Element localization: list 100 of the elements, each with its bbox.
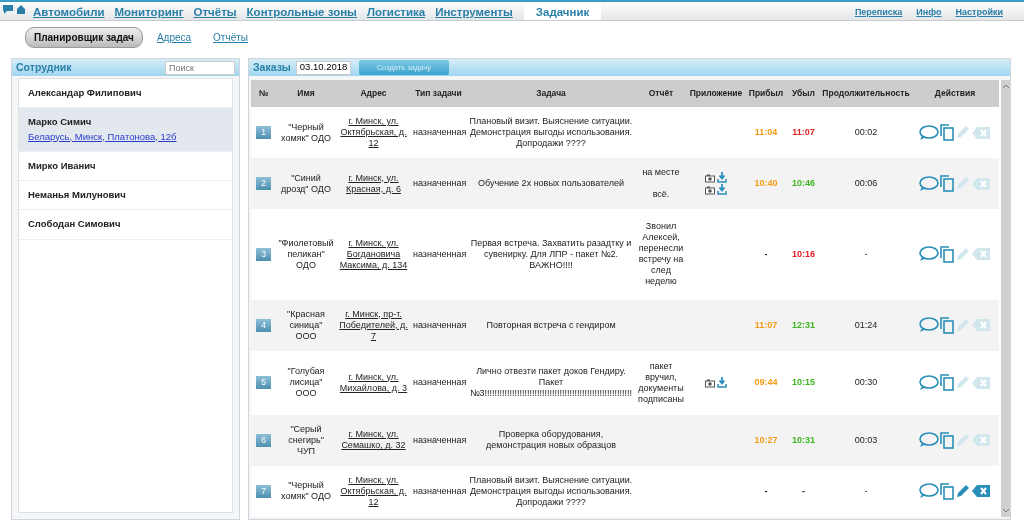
report-text: пакет вручил, документы подписаны xyxy=(638,360,684,405)
table-cell: "Синий дрозд" ОДО xyxy=(276,158,336,210)
chat-icon[interactable] xyxy=(2,2,14,16)
departure-time: 11:07 xyxy=(792,127,815,138)
copy-icon[interactable] xyxy=(940,245,954,263)
report-text: Звонил Алексей, перенесли встречу на след неделю xyxy=(638,221,684,288)
address-link[interactable]: г. Минск, ул. Михайлова, д. 3 xyxy=(338,371,409,394)
nav-tab[interactable]: Задачник xyxy=(523,2,602,20)
comment-icon[interactable] xyxy=(919,175,939,192)
departure-time: 10:46 xyxy=(792,178,815,189)
address-link[interactable]: Беларусь, Минск, Платонова, 12б xyxy=(28,129,223,144)
scrollbar[interactable] xyxy=(1001,80,1010,517)
report-text: всё. xyxy=(651,189,671,201)
nav-tab[interactable]: Инструменты xyxy=(430,2,518,20)
row-number: 5 xyxy=(256,376,271,390)
panel-title: Заказы xyxy=(253,59,291,75)
table-cell: "Фиолетовый пеликан" ОДО xyxy=(276,209,336,300)
row-number: 2 xyxy=(256,177,271,191)
camera-icon[interactable] xyxy=(704,184,715,195)
nav-tab[interactable]: Мониторинг xyxy=(109,2,189,20)
home-icon[interactable] xyxy=(14,2,28,16)
comment-icon[interactable] xyxy=(919,374,939,391)
address-link[interactable]: г. Минск, ул. Богдановича Максима, д. 134 xyxy=(338,237,409,271)
column-header: Задача xyxy=(466,80,636,107)
nav-tab[interactable]: Отчёты xyxy=(188,2,242,20)
search-field[interactable]: Поиск xyxy=(165,60,235,75)
subnav-tab[interactable]: Планировщик задач xyxy=(25,27,143,48)
copy-icon[interactable] xyxy=(940,374,954,392)
arrival-time: 09:44 xyxy=(754,377,778,388)
copy-icon[interactable] xyxy=(940,316,954,334)
table-cell: Плановый визит. Выяснение ситуации. Демонстрация выгоды использования. Допродажи ???? xyxy=(466,465,636,517)
column-header: Действия xyxy=(911,80,999,107)
departure-time: - xyxy=(802,485,805,496)
table-cell: Обучение 2х новых пользователей xyxy=(466,158,636,210)
table-cell: "Серый снегирь" ЧУП xyxy=(276,414,336,466)
subnav-tab[interactable]: Отчёты xyxy=(205,28,256,47)
employee-item[interactable]: Мирко Иванич xyxy=(19,151,232,181)
copy-icon[interactable] xyxy=(940,431,954,449)
column-header: Приложение xyxy=(686,80,746,107)
employee-item[interactable]: Неманья Милунович xyxy=(19,181,232,211)
camera-icon[interactable] xyxy=(704,172,715,183)
copy-icon[interactable] xyxy=(940,175,954,193)
scroll-up-icon[interactable] xyxy=(1001,83,1010,89)
table-cell: 00:03 xyxy=(821,414,911,466)
employee-item[interactable]: Слободан Симович xyxy=(19,210,232,240)
arrival-time: 11:04 xyxy=(754,127,778,138)
arrival-time: 10:40 xyxy=(754,178,778,189)
column-header: Тип задачи xyxy=(411,80,466,107)
delete-icon[interactable] xyxy=(971,484,991,499)
arrival-time: 11:07 xyxy=(754,319,778,330)
table-cell: - xyxy=(821,465,911,517)
address-link[interactable]: г. Минск, ул. Октябрьская, д. 12 xyxy=(338,474,409,508)
column-header: Отчёт xyxy=(636,80,686,107)
table-cell: 00:02 xyxy=(821,107,911,159)
nav-link[interactable]: Настройки xyxy=(948,2,1010,20)
table-cell: Плановый визит. Выяснение ситуации. Демонстрация выгоды использования. Допродажи ???? xyxy=(466,107,636,159)
nav-tab[interactable]: Логистика xyxy=(361,2,431,20)
comment-icon[interactable] xyxy=(919,432,939,449)
table-cell: "Черный хомяк" ОДО xyxy=(276,107,336,159)
column-header: Прибыл xyxy=(746,80,786,107)
comment-icon[interactable] xyxy=(919,483,939,500)
subnav-tab[interactable]: Адреса xyxy=(148,28,200,47)
download-icon[interactable] xyxy=(717,184,728,196)
copy-icon[interactable] xyxy=(940,124,954,142)
departure-time: 10:15 xyxy=(792,377,815,388)
table-cell: "Черный хомяк" ОДО xyxy=(276,465,336,517)
table-cell: назначенная xyxy=(411,350,466,415)
departure-time: 10:16 xyxy=(792,248,815,259)
scroll-down-icon[interactable] xyxy=(1001,508,1010,514)
column-header: № xyxy=(251,80,276,107)
table-cell: Проверка оборудования, демонстрация новых образцов xyxy=(466,414,636,466)
edit-icon[interactable] xyxy=(955,483,970,499)
table-cell: Повторная встреча с гендиром xyxy=(466,299,636,351)
table-cell: назначенная xyxy=(411,465,466,517)
departure-time: 10:31 xyxy=(792,434,815,445)
download-icon[interactable] xyxy=(717,377,728,389)
download-icon[interactable] xyxy=(717,172,728,184)
row-number: 3 xyxy=(256,247,271,261)
camera-icon[interactable] xyxy=(704,377,715,388)
comment-icon[interactable] xyxy=(919,124,939,141)
date-field[interactable]: 03.10.2018 xyxy=(295,60,351,75)
table-cell: Лично отвезти пакет доков Гендиру. Пакет №3!!!!!!!!!!!!!!!!!!!!!!!!!!!!!!!!!!!!!!!!!!!!!!!!!!!!!!!!!!! xyxy=(466,350,636,415)
nav-link[interactable]: Переписка xyxy=(847,2,910,20)
nav-tab[interactable]: Контрольные зоны xyxy=(241,2,362,20)
table-cell: 00:30 xyxy=(821,350,911,415)
copy-icon[interactable] xyxy=(940,482,954,500)
table-cell: Первая встреча. Захватить разадтку и сувенирку. Для ЛПР - пакет №2. ВАЖНО!!!! xyxy=(466,209,636,300)
employee-item[interactable]: Марко Симич Беларусь, Минск, Платонова, 12б xyxy=(19,108,232,152)
comment-icon[interactable] xyxy=(919,246,939,263)
comment-icon[interactable] xyxy=(919,317,939,334)
arrival-time: - xyxy=(764,248,768,259)
table-cell: назначенная xyxy=(411,158,466,210)
table-cell: назначенная xyxy=(411,414,466,466)
row-number: 7 xyxy=(256,484,271,498)
table-cell: "Голубая лисица" ООО xyxy=(276,350,336,415)
table-cell: 01:24 xyxy=(821,299,911,351)
nav-tab[interactable]: Автомобили xyxy=(28,2,110,20)
nav-link[interactable]: Инфо xyxy=(909,2,949,20)
arrival-time: 10:27 xyxy=(754,434,778,445)
address-link[interactable]: г. Минск, ул. Октябрьская, д. 12 xyxy=(338,116,409,150)
